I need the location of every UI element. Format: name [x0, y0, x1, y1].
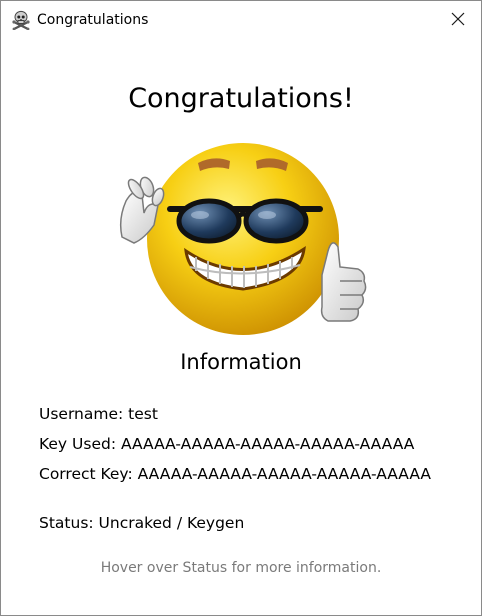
window-title: Congratulations: [37, 12, 149, 28]
close-icon: [451, 11, 465, 30]
correct-key-text: Correct Key: AAAAA-AAAAA-AAAAA-AAAAA-AAA…: [39, 465, 431, 483]
username-text: Username: test: [39, 405, 158, 423]
congratulations-window: Congratulations Congratulations! Informa…: [0, 0, 482, 616]
information-heading: Information: [180, 350, 302, 374]
title-bar[interactable]: Congratulations: [1, 1, 481, 39]
skull-crossbones-icon: [11, 10, 31, 31]
close-button[interactable]: [435, 1, 481, 39]
key-used-text: Key Used: AAAAA-AAAAA-AAAAA-AAAAA-AAAAA: [39, 435, 415, 453]
sunglasses-thumbs-up-emoji: [114, 139, 370, 339]
status-label[interactable]: Status: Uncraked / Keygen: [39, 512, 244, 534]
page-title: Congratulations!: [128, 83, 354, 114]
hover-hint-text: Hover over Status for more information.: [100, 560, 382, 576]
